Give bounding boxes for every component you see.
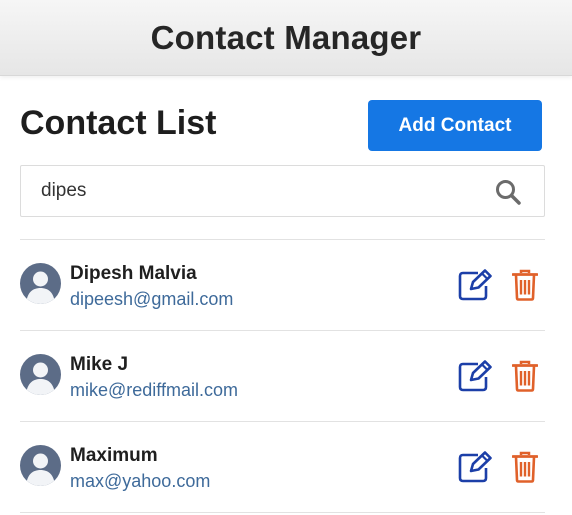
app-title: Contact Manager <box>150 18 422 56</box>
contact-email: mike@rediffmail.com <box>70 380 238 400</box>
search-box <box>20 165 545 217</box>
contact-item: Maximum max@yahoo.com <box>20 422 545 512</box>
user-avatar-icon <box>26 453 55 486</box>
page-title: Contact List <box>20 104 217 142</box>
contact-item: Mike J mike@rediffmail.com <box>20 331 545 421</box>
edit-icon[interactable] <box>458 360 492 392</box>
divider <box>20 512 545 513</box>
avatar <box>20 263 61 304</box>
contact-name: Mike J <box>70 354 129 375</box>
app-header: Contact Manager <box>0 0 572 76</box>
user-avatar-icon <box>26 362 55 395</box>
contact-item: Dipesh Malvia dipeesh@gmail.com <box>20 240 545 330</box>
edit-icon[interactable] <box>458 451 492 483</box>
add-contact-button[interactable]: Add Contact <box>368 100 542 151</box>
user-avatar-icon <box>26 271 55 304</box>
avatar <box>20 445 61 486</box>
contact-name: Maximum <box>70 445 158 466</box>
search-icon[interactable] <box>494 178 522 206</box>
delete-icon[interactable] <box>512 269 538 301</box>
delete-icon[interactable] <box>512 451 538 483</box>
avatar <box>20 354 61 395</box>
edit-icon[interactable] <box>458 269 492 301</box>
contact-name: Dipesh Malvia <box>70 263 197 284</box>
delete-icon[interactable] <box>512 360 538 392</box>
contact-list: Dipesh Malvia dipeesh@gmail.com Mike J m… <box>20 239 545 513</box>
contact-email: max@yahoo.com <box>70 471 211 491</box>
search-input[interactable] <box>41 166 481 216</box>
contact-email: dipeesh@gmail.com <box>70 289 234 309</box>
